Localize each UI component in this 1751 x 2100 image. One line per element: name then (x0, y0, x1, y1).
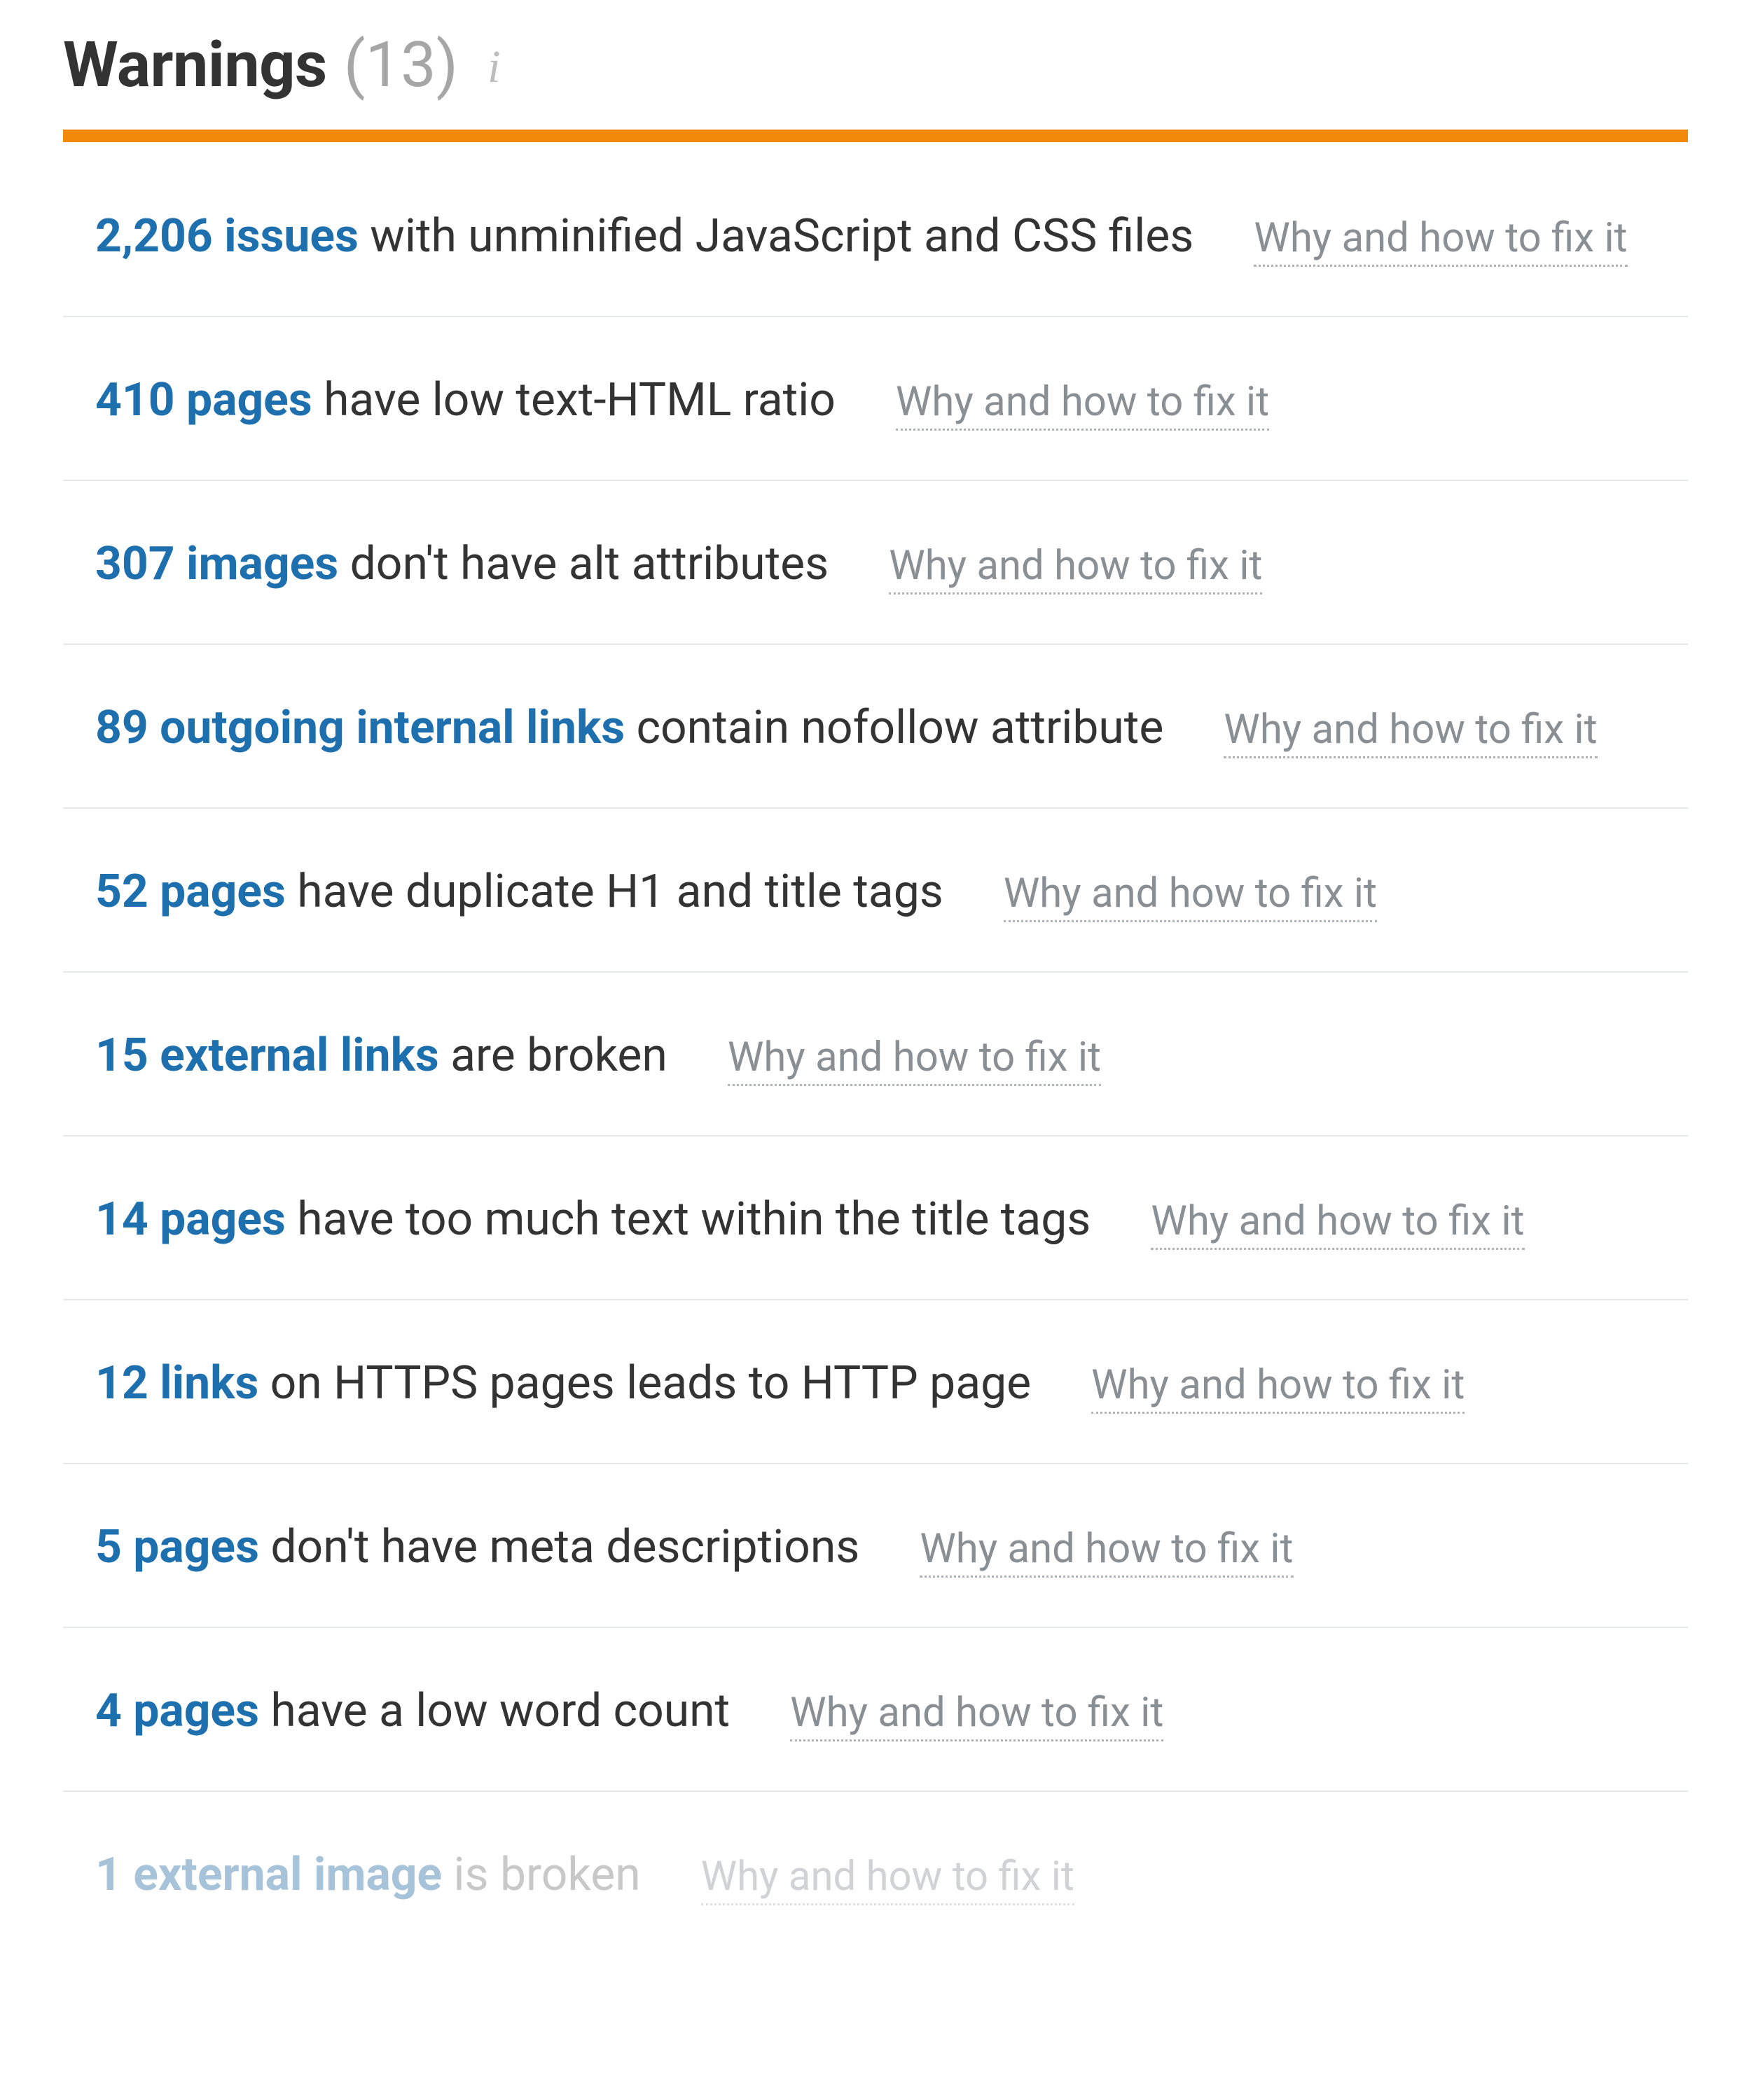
warning-description: have low text-HTML ratio (312, 373, 836, 427)
warnings-list: 2,206 issues with unminified JavaScript … (63, 142, 1688, 1933)
warning-description: is broken (442, 1848, 641, 1902)
info-icon[interactable]: i (487, 41, 500, 94)
why-and-how-link[interactable]: Why and how to fix it (790, 1689, 1163, 1741)
panel-title: Warnings (63, 28, 327, 102)
warnings-panel: Warnings (13) i 2,206 issues with unmini… (0, 0, 1751, 1933)
warning-text: 307 images don't have alt attributes (95, 537, 829, 591)
warning-count-link[interactable]: 89 outgoing internal links (95, 701, 625, 755)
warning-row: 14 pages have too much text within the t… (63, 1136, 1688, 1300)
warning-text: 5 pages don't have meta descriptions (95, 1520, 859, 1574)
warning-description: have duplicate H1 and title tags (286, 865, 943, 919)
why-and-how-link[interactable]: Why and how to fix it (728, 1034, 1101, 1086)
warning-row: 52 pages have duplicate H1 and title tag… (63, 809, 1688, 973)
warning-row: 4 pages have a low word count Why and how… (63, 1628, 1688, 1792)
warning-description: don't have meta descriptions (259, 1520, 859, 1574)
warning-count-link[interactable]: 2,206 issues (95, 209, 359, 263)
warning-count-link[interactable]: 5 pages (95, 1520, 259, 1574)
warning-row: 2,206 issues with unminified JavaScript … (63, 142, 1688, 317)
warning-row: 1 external image is broken Why and how to… (63, 1792, 1688, 1933)
warning-text: 2,206 issues with unminified JavaScript … (95, 209, 1193, 263)
why-and-how-link[interactable]: Why and how to fix it (920, 1525, 1293, 1578)
warning-count-link[interactable]: 4 pages (95, 1684, 259, 1738)
why-and-how-link[interactable]: Why and how to fix it (1151, 1197, 1524, 1250)
warning-text: 89 outgoing internal links contain nofol… (95, 701, 1163, 755)
why-and-how-link[interactable]: Why and how to fix it (1091, 1361, 1465, 1414)
warning-description: contain nofollow attribute (625, 701, 1163, 755)
accent-bar (63, 130, 1688, 142)
warning-description: have a low word count (259, 1684, 730, 1738)
warning-text: 12 links on HTTPS pages leads to HTTP pa… (95, 1356, 1031, 1410)
why-and-how-link[interactable]: Why and how to fix it (1254, 214, 1627, 267)
warning-description: on HTTPS pages leads to HTTP page (258, 1356, 1031, 1410)
warning-text: 410 pages have low text-HTML ratio (95, 373, 836, 427)
warning-description: have too much text within the title tags (286, 1192, 1091, 1246)
warning-row: 307 images don't have alt attributes Why … (63, 481, 1688, 645)
warning-count-link[interactable]: 52 pages (95, 865, 286, 919)
warning-description: are broken (439, 1029, 667, 1083)
warning-count-link[interactable]: 1 external image (95, 1848, 442, 1902)
warning-text: 52 pages have duplicate H1 and title tag… (95, 865, 943, 919)
why-and-how-link[interactable]: Why and how to fix it (889, 542, 1262, 594)
warning-text: 14 pages have too much text within the t… (95, 1192, 1091, 1246)
warning-row: 15 external links are broken Why and how … (63, 973, 1688, 1136)
why-and-how-link[interactable]: Why and how to fix it (896, 378, 1269, 431)
warning-description: don't have alt attributes (338, 537, 829, 591)
why-and-how-link[interactable]: Why and how to fix it (1004, 870, 1377, 922)
warning-count-link[interactable]: 307 images (95, 537, 338, 591)
warning-text: 15 external links are broken (95, 1029, 667, 1083)
why-and-how-link[interactable]: Why and how to fix it (701, 1853, 1074, 1905)
warnings-count: (13) (344, 28, 458, 102)
warning-row: 89 outgoing internal links contain nofol… (63, 645, 1688, 809)
warning-text: 4 pages have a low word count (95, 1684, 730, 1738)
warning-row: 5 pages don't have meta descriptions Why … (63, 1464, 1688, 1628)
warning-count-link[interactable]: 410 pages (95, 373, 312, 427)
warning-text: 1 external image is broken (95, 1848, 641, 1902)
warning-row: 12 links on HTTPS pages leads to HTTP pa… (63, 1300, 1688, 1464)
warning-count-link[interactable]: 15 external links (95, 1029, 439, 1083)
why-and-how-link[interactable]: Why and how to fix it (1224, 706, 1597, 758)
panel-header: Warnings (13) i (63, 28, 1688, 102)
warning-count-link[interactable]: 12 links (95, 1356, 258, 1410)
warning-row: 410 pages have low text-HTML ratio Why an… (63, 317, 1688, 481)
warning-count-link[interactable]: 14 pages (95, 1192, 286, 1246)
warning-description: with unminified JavaScript and CSS files (359, 209, 1193, 263)
